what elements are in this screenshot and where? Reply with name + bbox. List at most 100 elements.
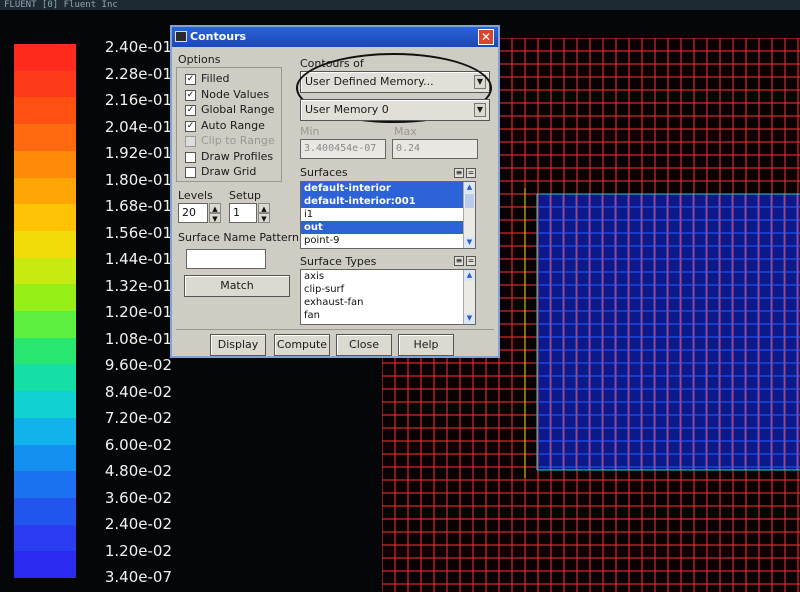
app-title-bar: FLUENT [0] Fluent Inc xyxy=(0,0,800,10)
deselect-all-types-icon[interactable]: = xyxy=(466,256,476,266)
colormap-segment xyxy=(14,204,76,231)
select-all-surfaces-icon[interactable]: ≡ xyxy=(454,168,464,178)
colormap-tick-label: 3.60e-02 xyxy=(104,488,172,507)
colormap-tick-label: 1.56e-01 xyxy=(104,223,172,242)
dialog-title: Contours xyxy=(190,30,247,43)
colormap-tick-label: 3.40e-07 xyxy=(104,568,172,586)
checkbox-draw-grid[interactable] xyxy=(185,167,196,178)
chevron-up-icon[interactable]: ▲ xyxy=(258,203,270,213)
contours-dialog: Contours ✕ Options ✓ Filled ✓ Node Values ✓ G… xyxy=(170,25,500,358)
colormap-segment xyxy=(14,471,76,498)
colormap-segment xyxy=(14,70,76,98)
colormap-tick-label: 7.20e-02 xyxy=(104,409,172,427)
compute-button[interactable]: Compute xyxy=(274,334,330,356)
surfaces-list[interactable]: default-interior default-interior:001 i1 ou… xyxy=(300,181,476,249)
colormap-segment xyxy=(14,284,76,312)
checkbox-label: Clip to Range xyxy=(201,134,275,147)
surface-types-scrollbar[interactable]: ▲ ▼ xyxy=(463,270,475,324)
colormap-tick-label: 2.40e-02 xyxy=(104,515,172,533)
min-label: Min xyxy=(300,125,320,138)
levels-stepper[interactable]: ▲ ▼ xyxy=(209,203,221,223)
colormap-segment xyxy=(14,124,76,151)
list-item[interactable]: default-interior xyxy=(301,182,475,195)
colormap-tick-label: 8.40e-02 xyxy=(104,382,172,401)
help-button[interactable]: Help xyxy=(398,334,454,356)
match-button[interactable]: Match xyxy=(184,275,290,297)
list-item[interactable]: clip-surf xyxy=(301,283,475,296)
max-value-field: 0.24 xyxy=(392,139,478,159)
colormap-segment xyxy=(14,524,76,552)
colormap-tick-label: 2.16e-01 xyxy=(104,91,172,109)
colormap-tick-label: 1.44e-01 xyxy=(104,250,172,268)
chevron-down-icon[interactable]: ▼ xyxy=(474,103,486,117)
checkbox-auto-range[interactable]: ✓ xyxy=(185,120,196,132)
list-item[interactable]: fan xyxy=(301,309,475,322)
scrollbar-thumb[interactable] xyxy=(465,194,474,208)
close-icon[interactable]: ✕ xyxy=(478,29,494,45)
colormap-tick-label: 2.40e-01 xyxy=(104,38,172,56)
min-value-field: 3.400454e-07 xyxy=(300,139,386,159)
levels-label: Levels xyxy=(178,189,213,202)
list-item[interactable]: point-9 xyxy=(301,234,475,247)
chevron-up-icon[interactable]: ▲ xyxy=(464,182,475,193)
colormap-tick-label: 1.08e-01 xyxy=(104,329,172,348)
chevron-up-icon[interactable]: ▲ xyxy=(209,203,221,213)
display-button[interactable]: Display xyxy=(210,334,266,356)
surface-name-pattern-input[interactable] xyxy=(186,249,266,269)
button-separator xyxy=(176,329,494,330)
list-item[interactable]: default-interior:001 xyxy=(301,195,475,208)
checkbox-filled[interactable]: ✓ xyxy=(185,74,196,85)
dialog-title-bar[interactable]: Contours ✕ xyxy=(172,27,498,47)
chevron-down-icon[interactable]: ▼ xyxy=(258,213,270,223)
colormap-labels: 2.40e-01 2.28e-01 2.16e-01 2.04e-01 1.92e-01… xyxy=(82,37,172,587)
chevron-up-icon[interactable]: ▲ xyxy=(464,270,475,281)
colormap-segment xyxy=(14,257,76,285)
list-item[interactable]: exhaust-fan xyxy=(301,296,475,309)
checkbox-label: Auto Range xyxy=(201,118,265,132)
list-item[interactable]: i1 xyxy=(301,208,475,221)
options-label: Options xyxy=(178,53,221,66)
colormap-segment xyxy=(14,551,76,579)
surfaces-label: Surfaces xyxy=(300,166,348,179)
surface-types-label: Surface Types xyxy=(300,255,377,268)
checkbox-label: Draw Profiles xyxy=(201,149,274,163)
checkbox-label: Node Values xyxy=(201,87,270,101)
colormap-segment xyxy=(14,391,76,418)
colormap-segment xyxy=(14,97,76,125)
checkbox-draw-profiles[interactable] xyxy=(185,151,196,163)
surface-types-list[interactable]: axis clip-surf exhaust-fan fan ▲ ▼ xyxy=(300,269,476,325)
list-item[interactable]: out xyxy=(301,221,475,234)
setup-stepper[interactable]: ▲ ▼ xyxy=(258,203,270,223)
checkbox-node-values[interactable]: ✓ xyxy=(185,89,196,101)
colormap-tick-label: 2.04e-01 xyxy=(104,117,172,136)
colormap-segment xyxy=(14,364,76,392)
colormap-segment xyxy=(14,44,76,71)
contours-sub-select[interactable]: User Memory 0 ▼ xyxy=(300,99,490,121)
colormap-tick-label: 1.32e-01 xyxy=(104,276,172,295)
chevron-down-icon[interactable]: ▼ xyxy=(464,237,475,248)
colormap-tick-label: 1.20e-01 xyxy=(104,303,172,321)
select-all-types-icon[interactable]: ≡ xyxy=(454,256,464,266)
checkbox-global-range[interactable]: ✓ xyxy=(185,105,196,116)
colormap-tick-label: 9.60e-02 xyxy=(104,356,172,374)
colormap-segment xyxy=(14,417,76,445)
colormap-tick-label: 1.80e-01 xyxy=(104,170,172,189)
setup-input[interactable]: 1 xyxy=(229,203,257,223)
setup-label: Setup xyxy=(229,189,262,202)
max-label: Max xyxy=(394,125,417,138)
checkbox-label: Filled xyxy=(201,72,230,85)
surfaces-scrollbar[interactable]: ▲ ▼ xyxy=(463,182,475,248)
colormap-tick-label: 1.20e-02 xyxy=(104,541,172,560)
surface-name-pattern-label: Surface Name Pattern xyxy=(178,231,299,244)
close-button[interactable]: Close xyxy=(336,334,392,356)
options-group: ✓ Filled ✓ Node Values ✓ Global Range ✓ Auto Ra… xyxy=(176,67,282,182)
levels-input[interactable]: 20 xyxy=(178,203,208,223)
colormap-segment xyxy=(14,444,76,472)
colormap-tick-label: 6.00e-02 xyxy=(104,435,172,454)
colormap-segment xyxy=(14,230,76,258)
chevron-down-icon[interactable]: ▼ xyxy=(209,213,221,223)
deselect-all-surfaces-icon[interactable]: = xyxy=(466,168,476,178)
chevron-down-icon[interactable]: ▼ xyxy=(464,313,475,324)
list-item[interactable]: axis xyxy=(301,270,475,283)
colormap-tick-label: 1.92e-01 xyxy=(104,144,172,162)
